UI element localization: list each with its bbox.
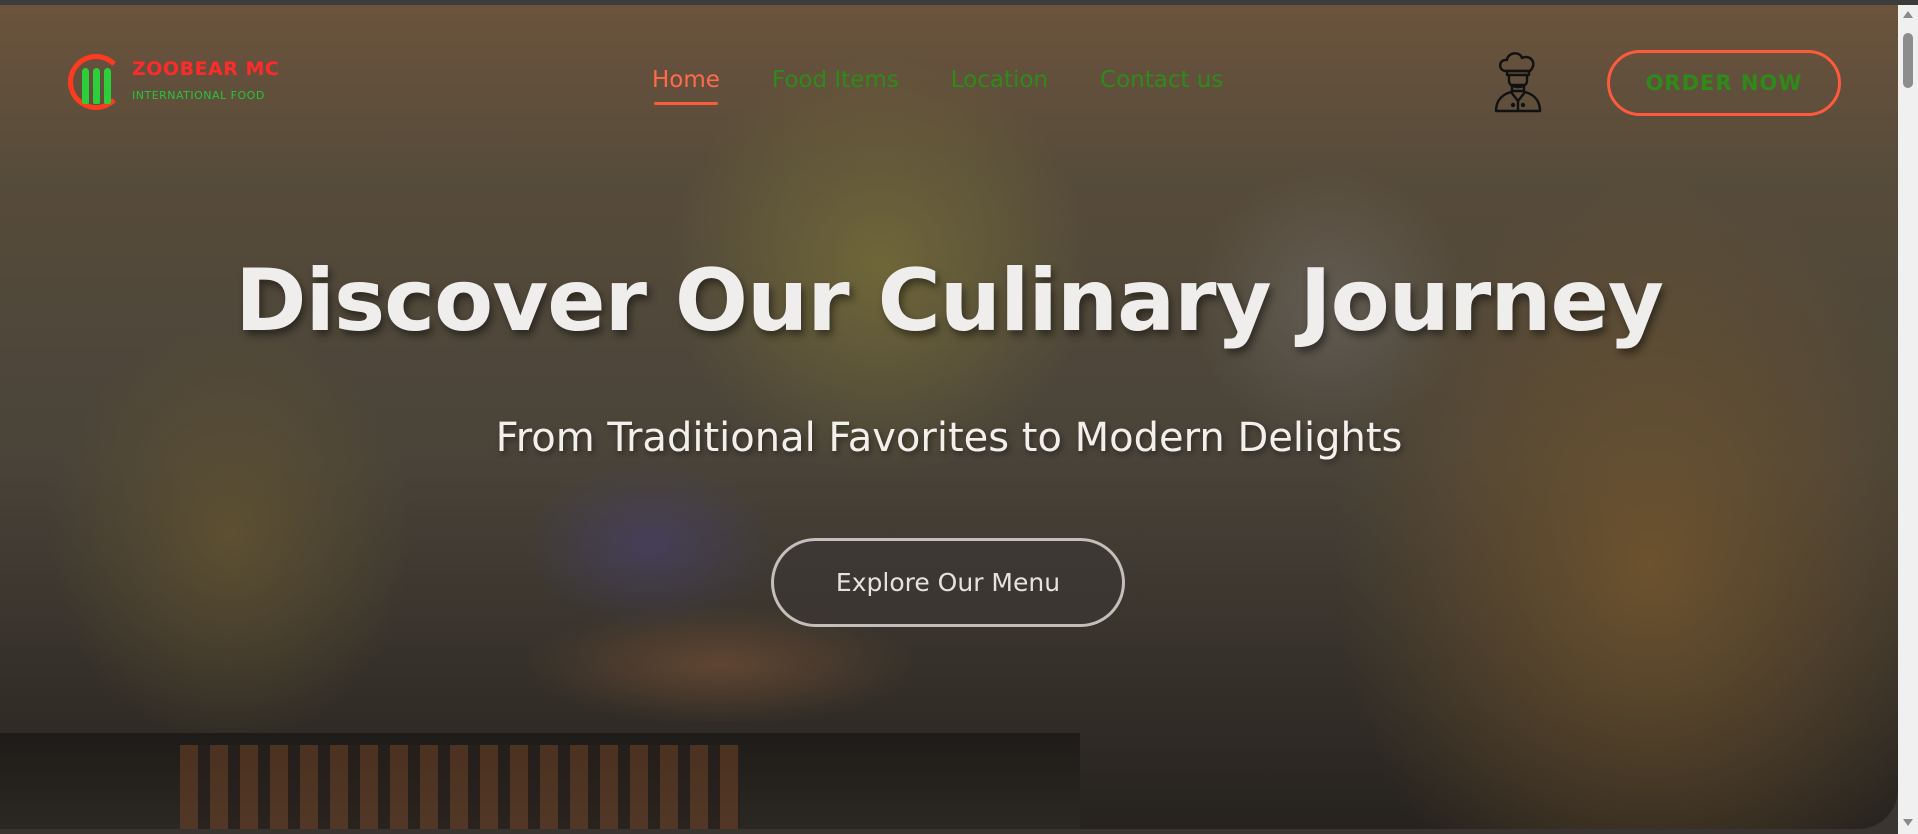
- logo-tagline: INTERNATIONAL FOOD: [132, 89, 265, 102]
- window-top-border: [0, 0, 1918, 5]
- nav-food-items[interactable]: Food Items: [772, 67, 899, 93]
- hero-background: ZOOBEAR MC INTERNATIONAL FOOD Home Food …: [0, 5, 1898, 829]
- hero-title: Discover Our Culinary Journey: [235, 251, 1664, 351]
- site-logo[interactable]: ZOOBEAR MC INTERNATIONAL FOOD: [68, 50, 288, 116]
- nav-location[interactable]: Location: [951, 67, 1048, 93]
- page-scrollbar[interactable]: [1898, 5, 1918, 834]
- nav-contact-us[interactable]: Contact us: [1100, 67, 1223, 93]
- scrollbar-thumb[interactable]: [1903, 33, 1913, 88]
- explore-menu-button[interactable]: Explore Our Menu: [771, 538, 1125, 627]
- logo-name: ZOOBEAR MC: [132, 58, 280, 80]
- nav-home[interactable]: Home: [652, 67, 720, 105]
- chef-icon[interactable]: [1490, 49, 1546, 113]
- hero-subtitle: From Traditional Favorites to Modern Del…: [495, 415, 1403, 461]
- order-now-button[interactable]: ORDER NOW: [1607, 50, 1841, 116]
- scroll-down-arrow-icon[interactable]: [1903, 819, 1913, 826]
- hero-content: ZOOBEAR MC INTERNATIONAL FOOD Home Food …: [0, 5, 1898, 829]
- main-nav: Home Food Items Location Contact us: [652, 67, 1223, 105]
- scroll-up-arrow-icon[interactable]: [1903, 11, 1913, 18]
- cutlery-icon: [82, 68, 116, 104]
